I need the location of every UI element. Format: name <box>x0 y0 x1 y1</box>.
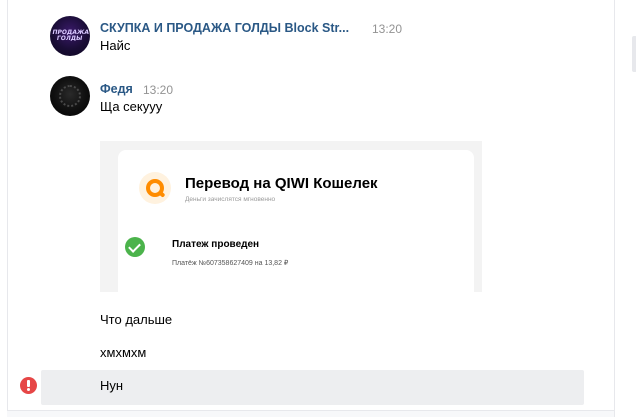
message-text: Ща секууу <box>100 99 163 114</box>
message-text: Что дальше <box>100 312 173 327</box>
group-avatar[interactable]: ПРОДАЖА ГОЛДЫ <box>50 16 90 56</box>
avatar-ring <box>59 85 81 107</box>
message-time[interactable]: 13:20 <box>143 83 173 97</box>
photo-attachment[interactable]: Перевод на QIWI Кошелек Деньги зачислятс… <box>100 141 482 292</box>
check-icon <box>125 237 145 257</box>
message-text: Нун <box>100 378 124 393</box>
receipt-status: Платеж проведен <box>172 239 260 250</box>
avatar-logo-text: ПРОДАЖА ГОЛДЫ <box>51 29 90 42</box>
qiwi-logo-icon <box>139 172 171 204</box>
composer-edge <box>7 410 614 417</box>
message-text: хмхмхм <box>100 345 147 360</box>
receipt-title: Перевод на QIWI Кошелек <box>185 175 378 192</box>
scrollbar-thumb[interactable] <box>632 36 636 72</box>
message-author-group[interactable]: СКУПКА И ПРОДАЖА ГОЛДЫ Block Str... <box>100 21 366 35</box>
error-icon[interactable] <box>20 377 37 394</box>
chat-window: ПРОДАЖА ГОЛДЫ СКУПКА И ПРОДАЖА ГОЛДЫ Blo… <box>0 0 636 417</box>
receipt-detail: Платёж №607358627409 на 13,82 ₽ <box>172 260 289 267</box>
message-author-fedya[interactable]: Федя <box>100 82 133 96</box>
user-avatar[interactable] <box>50 76 90 116</box>
message-text: Найс <box>100 38 131 53</box>
chat-left-border <box>7 0 8 417</box>
right-panel <box>614 0 636 417</box>
message-time[interactable]: 13:20 <box>372 22 402 36</box>
receipt-subtitle: Деньги зачислятся мгновенно <box>185 196 276 203</box>
qiwi-receipt-card: Перевод на QIWI Кошелек Деньги зачислятс… <box>118 150 474 292</box>
